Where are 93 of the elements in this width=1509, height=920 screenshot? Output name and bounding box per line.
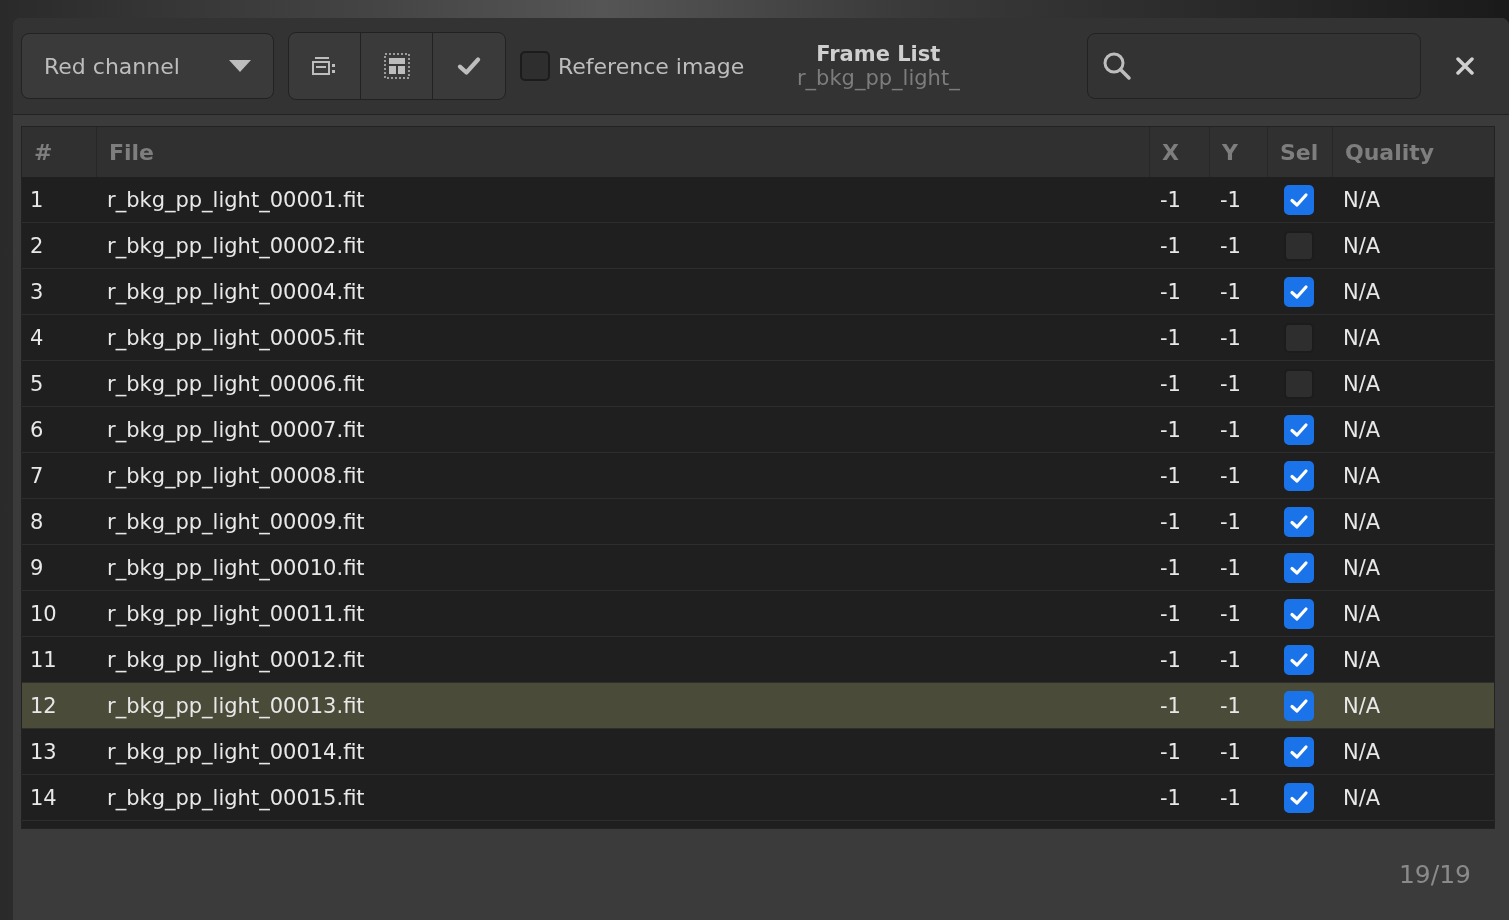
table-cell: -1 — [1160, 693, 1181, 718]
channel-dropdown[interactable]: Red channel — [21, 33, 274, 99]
close-icon — [1456, 57, 1474, 75]
table-cell: N/A — [1343, 187, 1381, 212]
table-cell: r_bkg_pp_light_00008.fit — [107, 463, 365, 488]
table-cell: -1 — [1160, 463, 1181, 488]
table-cell: -1 — [1220, 371, 1241, 396]
table-cell: r_bkg_pp_light_00012.fit — [107, 647, 365, 672]
table-cell: -1 — [1220, 785, 1241, 810]
table-cell: r_bkg_pp_light_00015.fit — [107, 785, 365, 810]
table-cell: r_bkg_pp_light_00011.fit — [107, 601, 365, 626]
table-cell: 8 — [30, 509, 44, 534]
table-cell: -1 — [1160, 509, 1181, 534]
table-cell: -1 — [1220, 509, 1241, 534]
table-cell: N/A — [1343, 739, 1381, 764]
table-cell: -1 — [1160, 325, 1181, 350]
table-cell: 1 — [30, 187, 44, 212]
table-cell: r_bkg_pp_light_00007.fit — [107, 417, 365, 442]
dotted-frame-icon — [383, 53, 410, 79]
table-cell: -1 — [1220, 325, 1241, 350]
table-cell: 11 — [30, 647, 57, 672]
table-cell: N/A — [1343, 555, 1381, 580]
table-cell: 13 — [30, 739, 57, 764]
checkbox[interactable] — [1284, 690, 1314, 721]
table-cell: 6 — [30, 417, 44, 442]
checkbox[interactable] — [1284, 552, 1314, 583]
table-cell: N/A — [1343, 325, 1381, 350]
reference-image-checkbox[interactable]: Reference image — [520, 51, 745, 81]
table-cell: 2 — [30, 233, 44, 258]
table-cell: N/A — [1343, 647, 1381, 672]
table-cell: -1 — [1160, 555, 1181, 580]
table-cell: 4 — [30, 325, 44, 350]
table-cell: 3 — [30, 279, 44, 304]
table-cell: N/A — [1343, 463, 1381, 488]
table-cell: r_bkg_pp_light_00006.fit — [107, 371, 365, 396]
table-cell: 14 — [30, 785, 57, 810]
table-cell: -1 — [1160, 785, 1181, 810]
table-cell: 5 — [30, 371, 44, 396]
table-cell: -1 — [1220, 233, 1241, 258]
search-icon — [1102, 51, 1132, 81]
search-field[interactable] — [1087, 33, 1421, 99]
table-cell: r_bkg_pp_light_00013.fit — [107, 693, 365, 718]
table-cell: -1 — [1160, 647, 1181, 672]
table-cell: r_bkg_pp_light_00005.fit — [107, 325, 365, 350]
table-cell: N/A — [1343, 693, 1381, 718]
checkbox[interactable] — [1284, 184, 1314, 215]
table-cell: -1 — [1160, 417, 1181, 442]
checkbox[interactable] — [1284, 276, 1314, 307]
table-cell: N/A — [1343, 279, 1381, 304]
table-cell: -1 — [1220, 739, 1241, 764]
table-cell: -1 — [1220, 693, 1241, 718]
table-cell: -1 — [1220, 279, 1241, 304]
table-cell: 10 — [30, 601, 57, 626]
table-cell: -1 — [1220, 601, 1241, 626]
checkbox[interactable] — [1284, 460, 1314, 491]
table-cell: -1 — [1160, 187, 1181, 212]
checkbox[interactable] — [1284, 782, 1314, 813]
window-subtitle: r_bkg_pp_light_ — [796, 66, 960, 90]
table-row[interactable]: 12 r_bkg_pp_light_00013.fit -1 -1 N/A — [22, 683, 1494, 729]
table-cell: -1 — [1160, 371, 1181, 396]
table-cell: N/A — [1343, 509, 1381, 534]
table-cell: -1 — [1220, 417, 1241, 442]
table-cell: -1 — [1160, 279, 1181, 304]
table-cell: r_bkg_pp_light_00002.fit — [107, 233, 365, 258]
window-title: Frame List — [816, 42, 941, 66]
table-cell: r_bkg_pp_light_00001.fit — [107, 187, 365, 212]
table-cell: N/A — [1343, 601, 1381, 626]
table-cell: r_bkg_pp_light_00010.fit — [107, 555, 365, 580]
table-cell: r_bkg_pp_light_00009.fit — [107, 509, 365, 534]
table-cell: N/A — [1343, 785, 1381, 810]
table-cell: r_bkg_pp_light_00004.fit — [107, 279, 365, 304]
table-cell: -1 — [1220, 187, 1241, 212]
checkbox[interactable] — [1284, 598, 1314, 629]
table-cell: -1 — [1160, 601, 1181, 626]
table-cell: -1 — [1160, 739, 1181, 764]
table-cell: -1 — [1160, 233, 1181, 258]
table-cell: -1 — [1220, 647, 1241, 672]
checkbox[interactable] — [1284, 644, 1314, 675]
table-cell: r_bkg_pp_light_00014.fit — [107, 739, 365, 764]
checkbox[interactable] — [1284, 736, 1314, 767]
table-cell: N/A — [1343, 371, 1381, 396]
list-layout-icon — [311, 54, 338, 78]
table-cell: 12 — [30, 693, 57, 718]
caret-icon — [229, 60, 251, 72]
table-cell: 7 — [30, 463, 44, 488]
checkbox[interactable] — [1284, 506, 1314, 537]
table-cell: N/A — [1343, 233, 1381, 258]
checkbox[interactable] — [1284, 414, 1314, 445]
frame-count: 19/19 — [1398, 860, 1471, 889]
table-cell: N/A — [1343, 417, 1381, 442]
table-cell: 9 — [30, 555, 44, 580]
table-cell: -1 — [1220, 555, 1241, 580]
table-cell: -1 — [1220, 463, 1241, 488]
